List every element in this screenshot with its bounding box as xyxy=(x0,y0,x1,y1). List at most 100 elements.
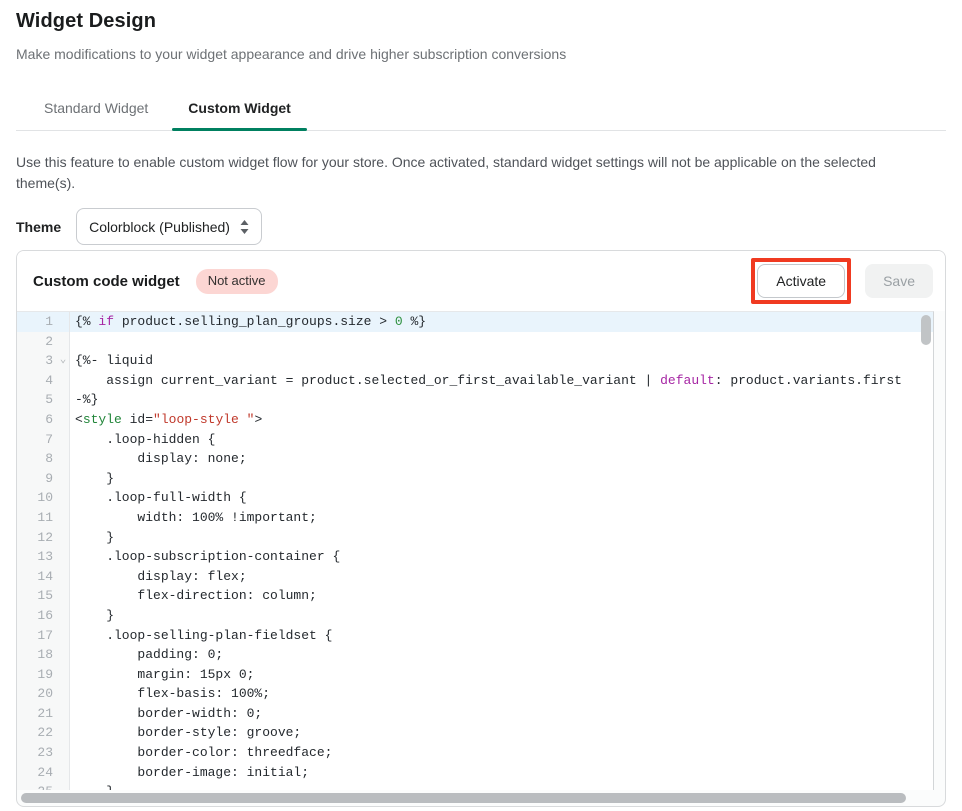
code-line[interactable]: 7 .loop-hidden { xyxy=(17,429,933,450)
line-number: 17 xyxy=(17,625,57,646)
fold-gutter xyxy=(57,409,70,430)
line-number: 8 xyxy=(17,449,57,469)
fold-gutter xyxy=(57,723,70,744)
fold-toggle-icon[interactable]: ⌄ xyxy=(57,351,70,371)
code-line[interactable]: 14 display: flex; xyxy=(17,566,933,587)
fold-gutter xyxy=(57,468,70,489)
line-number: 25 xyxy=(17,782,57,790)
fold-gutter xyxy=(57,664,70,685)
code-line[interactable]: 5 -%} xyxy=(17,390,933,410)
fold-gutter xyxy=(57,331,70,352)
code-line[interactable]: 22 border-style: groove; xyxy=(17,723,933,744)
fold-gutter xyxy=(57,566,70,587)
vertical-scrollbar[interactable] xyxy=(920,313,932,789)
code-line[interactable]: 13 .loop-subscription-container { xyxy=(17,547,933,567)
code-text: width: 100% !important; xyxy=(75,509,317,525)
line-number: 18 xyxy=(17,645,57,665)
code-line[interactable]: 23 border-color: threedface; xyxy=(17,743,933,763)
fold-gutter xyxy=(57,625,70,646)
fold-gutter xyxy=(57,449,70,469)
page-title: Widget Design xyxy=(16,10,157,32)
vertical-scrollbar-thumb[interactable] xyxy=(921,315,931,345)
code-line[interactable]: 8 display: none; xyxy=(17,449,933,469)
code-text: border-style: groove; xyxy=(75,725,302,741)
page-header: Widget Design Make modifications to your… xyxy=(0,0,962,62)
horizontal-scrollbar-thumb[interactable] xyxy=(21,793,906,803)
line-number: 11 xyxy=(17,507,57,528)
fold-gutter xyxy=(57,488,70,508)
code-line[interactable]: 21 border-width: 0; xyxy=(17,703,933,724)
code-line[interactable]: 24 border-image: initial; xyxy=(17,762,933,783)
panel-actions: Activate Save xyxy=(751,258,933,304)
fold-gutter xyxy=(57,743,70,763)
line-number: 13 xyxy=(17,547,57,567)
line-number: 21 xyxy=(17,703,57,724)
fold-gutter xyxy=(57,312,70,332)
code-text: flex-direction: column; xyxy=(75,588,317,604)
code-line[interactable]: 16 } xyxy=(17,605,933,626)
code-line[interactable]: 11 width: 100% !important; xyxy=(17,507,933,528)
activate-button[interactable]: Activate xyxy=(757,264,846,298)
fold-gutter xyxy=(57,782,70,790)
line-number: 3 xyxy=(17,351,57,371)
code-text: assign current_variant = product.selecte… xyxy=(75,372,902,388)
code-text: } xyxy=(70,782,114,790)
code-line[interactable]: 3 ⌄ {%- liquid xyxy=(17,351,933,371)
fold-gutter xyxy=(57,429,70,450)
fold-gutter xyxy=(57,390,70,410)
code-line[interactable]: 1 {% if product.selling_plan_groups.size … xyxy=(17,312,933,332)
code-line[interactable]: 12 } xyxy=(17,527,933,548)
line-number: 2 xyxy=(17,331,57,352)
theme-select[interactable]: Colorblock (Published) xyxy=(76,208,262,245)
save-button[interactable]: Save xyxy=(865,264,933,298)
code-text: .loop-selling-plan-fieldset { xyxy=(75,627,333,643)
code-editor[interactable]: 1 {% if product.selling_plan_groups.size … xyxy=(17,311,934,790)
line-number: 7 xyxy=(17,429,57,450)
code-line[interactable]: 18 padding: 0; xyxy=(17,645,933,665)
code-text: margin: 15px 0; xyxy=(75,666,255,682)
code-text: .loop-subscription-container { xyxy=(75,549,341,565)
code-text: padding: 0; xyxy=(75,647,224,663)
code-line[interactable]: 6 <style id="loop-style "> xyxy=(17,409,933,430)
line-number: 16 xyxy=(17,605,57,626)
code-text: .loop-hidden { xyxy=(75,431,216,447)
theme-label: Theme xyxy=(16,218,62,235)
code-lines: 1 {% if product.selling_plan_groups.size … xyxy=(17,312,933,790)
code-text: } xyxy=(75,470,115,486)
code-text: {%- liquid xyxy=(75,353,154,369)
code-line[interactable]: 17 .loop-selling-plan-fieldset { xyxy=(17,625,933,646)
status-badge: Not active xyxy=(195,268,278,294)
fold-gutter xyxy=(57,586,70,606)
code-line[interactable]: 4 assign current_variant = product.selec… xyxy=(17,370,933,391)
fold-gutter xyxy=(57,527,70,548)
code-text: .loop-full-width { xyxy=(75,490,247,506)
tab-standard-widget[interactable]: Standard Widget xyxy=(28,90,164,130)
custom-code-widget-panel: Custom code widget Not active Activate S… xyxy=(16,250,946,807)
theme-select-value: Colorblock (Published) xyxy=(89,218,230,235)
line-number: 20 xyxy=(17,684,57,704)
line-number: 24 xyxy=(17,762,57,783)
code-line[interactable]: 10 .loop-full-width { xyxy=(17,488,933,508)
tab-bar: Standard Widget Custom Widget xyxy=(16,90,946,131)
code-text: -%} xyxy=(75,392,99,408)
code-line[interactable]: 20 flex-basis: 100%; xyxy=(17,684,933,704)
code-line[interactable]: 25 } xyxy=(17,782,933,790)
line-number: 19 xyxy=(17,664,57,685)
code-line[interactable]: 2 xyxy=(17,331,933,352)
code-text: {% if product.selling_plan_groups.size >… xyxy=(75,314,427,329)
activate-annotation-box: Activate xyxy=(751,258,852,304)
fold-gutter xyxy=(57,645,70,665)
code-line[interactable]: 9 } xyxy=(17,468,933,489)
fold-gutter xyxy=(57,547,70,567)
line-number: 12 xyxy=(17,527,57,548)
code-line[interactable]: 15 flex-direction: column; xyxy=(17,586,933,606)
feature-description: Use this feature to enable custom widget… xyxy=(16,154,876,191)
line-number: 10 xyxy=(17,488,57,508)
tab-custom-widget[interactable]: Custom Widget xyxy=(172,90,307,131)
code-line[interactable]: 19 margin: 15px 0; xyxy=(17,664,933,685)
panel-header: Custom code widget Not active Activate S… xyxy=(17,251,945,311)
fold-gutter xyxy=(57,684,70,704)
panel-title: Custom code widget xyxy=(33,272,180,290)
horizontal-scrollbar[interactable] xyxy=(20,792,933,804)
line-number: 23 xyxy=(17,743,57,763)
